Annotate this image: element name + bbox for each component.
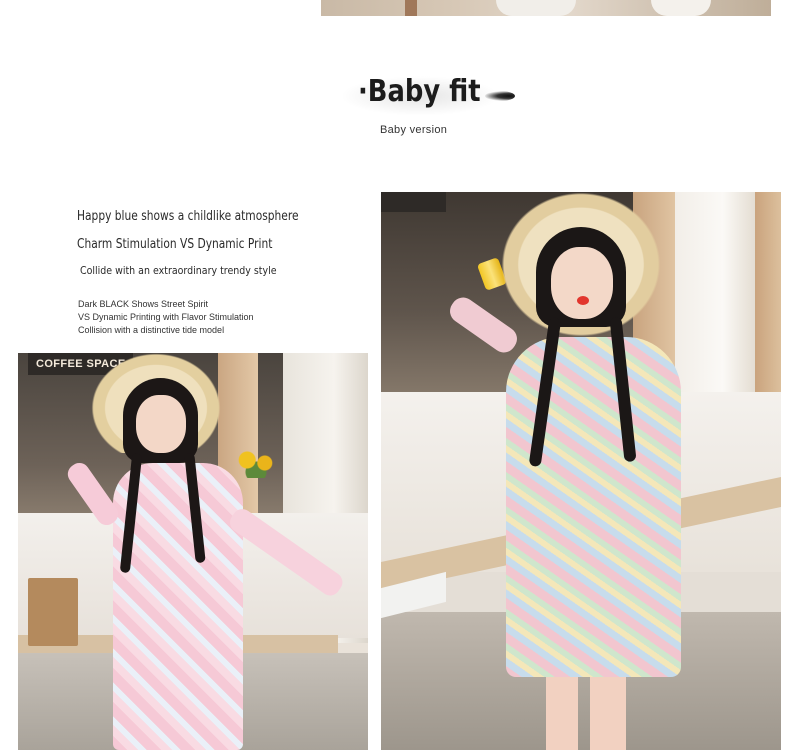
copy-line-2: Charm Stimulation VS Dynamic Print [77,237,273,252]
brush-stroke-decoration [485,91,515,101]
product-photo-left: COFFEE SPACE [18,353,368,750]
paper-bag [28,578,78,646]
flower-vase [234,448,278,478]
product-photo-right [381,192,781,750]
copy-small-3: Collision with a distinctive tide model [78,325,225,335]
floral-printed-dress [506,337,681,677]
section-heading: ·Baby fit [340,64,520,116]
section-subtitle: Baby version [380,124,448,136]
copy-small-2: VS Dynamic Printing with Flavor Stimulat… [78,312,254,322]
copy-line-3: Collide with an extraordinary trendy sty… [80,264,277,277]
copy-small-1: Dark BLACK Shows Street Spirit [78,299,209,309]
section-title: ·Baby fit [358,74,481,109]
top-photo-strip [321,0,771,16]
copy-line-1: Happy blue shows a childlike atmosphere [77,209,299,224]
